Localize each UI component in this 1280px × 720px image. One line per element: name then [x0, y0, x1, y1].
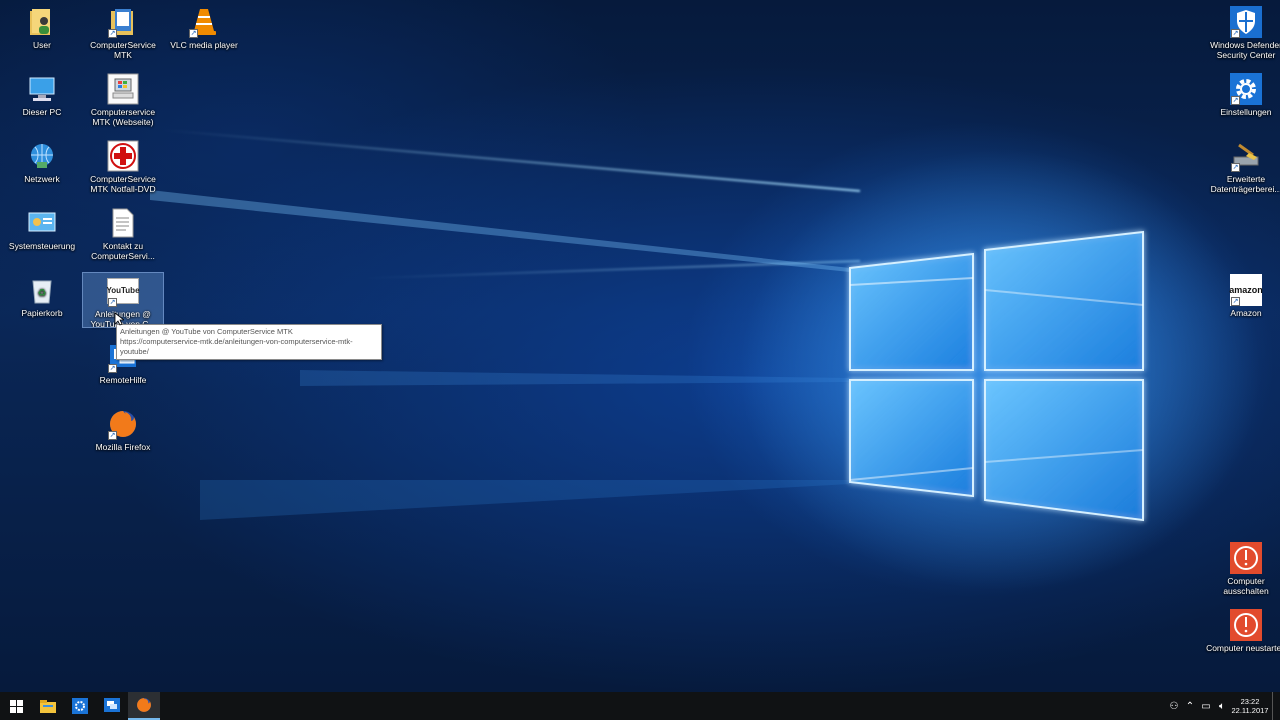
desktop-icon-computerservice-mtk[interactable]: ↗ ComputerService MTK	[83, 6, 163, 60]
clock-time: 23:22	[1240, 697, 1260, 706]
taskbar-firefox[interactable]	[128, 692, 160, 720]
shortcut-arrow-icon: ↗	[108, 364, 117, 373]
clock-date: 22.11.2017	[1231, 706, 1269, 715]
computer-icon	[26, 73, 58, 105]
desktop-icon-label: VLC media player	[170, 40, 238, 50]
file-explorer-icon	[40, 699, 56, 713]
red-cross-icon	[107, 140, 139, 172]
desktop-icon-windows-defender[interactable]: ↗ Windows Defender Security Center	[1206, 6, 1280, 60]
desktop-icon-firefox[interactable]: ↗ Mozilla Firefox	[83, 408, 163, 452]
desktop-icon-label: Dieser PC	[22, 107, 62, 117]
power-icon	[1230, 542, 1262, 574]
desktop-icon-kontakt[interactable]: Kontakt zu ComputerServi...	[83, 207, 163, 261]
desktop-icon-label: ComputerService MTK Notfall-DVD	[90, 174, 156, 194]
start-icon	[9, 699, 23, 713]
user-folder-icon	[26, 6, 58, 38]
taskbar-file-explorer[interactable]	[32, 692, 64, 720]
restart-icon	[1230, 609, 1262, 641]
desktop-icon-systemsteuerung[interactable]: Systemsteuerung	[2, 207, 82, 251]
tooltip-title: Anleitungen @ YouTube von ComputerServic…	[120, 327, 293, 336]
svg-text:♻: ♻	[38, 288, 47, 299]
desktop-icon-label: Amazon	[1230, 308, 1262, 318]
shortcut-arrow-icon: ↗	[108, 29, 117, 38]
desktop-icon-netzwerk[interactable]: Netzwerk	[2, 140, 82, 184]
vlc-icon: ↗	[188, 6, 220, 38]
amazon-logo-text: amazon	[1229, 285, 1263, 295]
shortcut-arrow-icon: ↗	[189, 29, 198, 38]
network-icon	[26, 140, 58, 172]
desktop-icon-notfall-dvd[interactable]: ComputerService MTK Notfall-DVD	[83, 140, 163, 194]
desktop-icon-amazon[interactable]: amazon ↗ Amazon	[1206, 274, 1280, 318]
youtube-logo-text: YouTube	[106, 286, 140, 295]
desktop-icon-label: Windows Defender Security Center	[1210, 40, 1280, 60]
taskbar-settings[interactable]	[64, 692, 96, 720]
tooltip-url: https://computerservice-mtk.de/anleitung…	[120, 337, 353, 356]
show-desktop-button[interactable]	[1272, 692, 1280, 720]
desktop-icon-computer-ausschalten[interactable]: Computer ausschalten	[1206, 542, 1280, 596]
mouse-cursor-icon	[114, 312, 124, 326]
desktop-icon-label: Computer neustarten	[1206, 643, 1280, 653]
amazon-icon: amazon ↗	[1229, 274, 1263, 306]
youtube-icon: YouTube ↗	[106, 275, 140, 307]
control-panel-icon	[26, 207, 58, 239]
remote-help-icon	[104, 698, 120, 712]
desktop-icon-label: Erweiterte Datenträgerberei...	[1210, 174, 1280, 194]
desktop-icon-datentraegerbereinigung[interactable]: ↗ Erweiterte Datenträgerberei...	[1206, 140, 1280, 194]
desktop-icon-computer-neustarten[interactable]: Computer neustarten	[1206, 609, 1280, 653]
gear-icon: ↗	[1230, 73, 1262, 105]
shortcut-arrow-icon: ↗	[1231, 96, 1240, 105]
desktop-icon-einstellungen[interactable]: ↗ Einstellungen	[1206, 73, 1280, 117]
desktop-icon-label: Mozilla Firefox	[95, 442, 151, 452]
website-icon	[107, 73, 139, 105]
tooltip: Anleitungen @ YouTube von ComputerServic…	[116, 324, 382, 360]
desktop-icon-user[interactable]: User	[2, 6, 82, 50]
shortcut-arrow-icon: ↗	[108, 298, 117, 307]
shield-icon: ↗	[1230, 6, 1262, 38]
recycle-bin-icon: ♻	[26, 274, 58, 306]
desktop-icon-computerservice-webseite[interactable]: Computerservice MTK (Webseite)	[83, 73, 163, 127]
desktop-icon-papierkorb[interactable]: ♻ Papierkorb	[2, 274, 82, 318]
shortcut-arrow-icon: ↗	[108, 431, 117, 440]
folder-icon: ↗	[107, 6, 139, 38]
taskbar: ⚇ ⌃ ▭ 🔈︎ 23:22 22.11.2017	[0, 692, 1280, 720]
desktop-icon-label: Systemsteuerung	[8, 241, 76, 251]
text-file-icon	[107, 207, 139, 239]
desktop-background: User Dieser PC Netzwerk Systemsteuerung …	[0, 0, 1280, 692]
system-tray: ⚇ ⌃ ▭ 🔈︎ 23:22 22.11.2017	[1166, 692, 1280, 720]
taskbar-remote-help[interactable]	[96, 692, 128, 720]
desktop-icon-vlc[interactable]: ↗ VLC media player	[164, 6, 244, 50]
firefox-icon: ↗	[107, 408, 139, 440]
settings-icon	[72, 698, 88, 714]
shortcut-arrow-icon: ↗	[1231, 297, 1240, 306]
desktop-icon-dieser-pc[interactable]: Dieser PC	[2, 73, 82, 117]
desktop-icon-label: Netzwerk	[24, 174, 60, 184]
desktop-icon-label: ComputerService MTK	[90, 40, 156, 60]
desktop-icon-label: RemoteHilfe	[99, 375, 147, 385]
taskbar-clock[interactable]: 23:22 22.11.2017	[1230, 697, 1270, 715]
disk-cleanup-icon: ↗	[1230, 140, 1262, 172]
start-button[interactable]	[0, 692, 32, 720]
shortcut-arrow-icon: ↗	[1231, 163, 1240, 172]
desktop-icon-label: Papierkorb	[21, 308, 63, 318]
people-icon[interactable]: ⚇	[1166, 692, 1182, 720]
desktop-icon-label: Computer ausschalten	[1223, 576, 1269, 596]
shortcut-arrow-icon: ↗	[1231, 29, 1240, 38]
network-status-icon[interactable]: ▭	[1198, 692, 1214, 720]
firefox-icon	[137, 698, 151, 712]
desktop-icon-label: User	[33, 40, 51, 50]
desktop-icon-label: Computerservice MTK (Webseite)	[90, 107, 156, 127]
volume-icon[interactable]: 🔈︎	[1214, 692, 1230, 720]
chevron-up-icon[interactable]: ⌃	[1182, 692, 1198, 720]
desktop-icon-label: Einstellungen	[1220, 107, 1272, 117]
desktop-icon-label: Kontakt zu ComputerServi...	[91, 241, 155, 261]
